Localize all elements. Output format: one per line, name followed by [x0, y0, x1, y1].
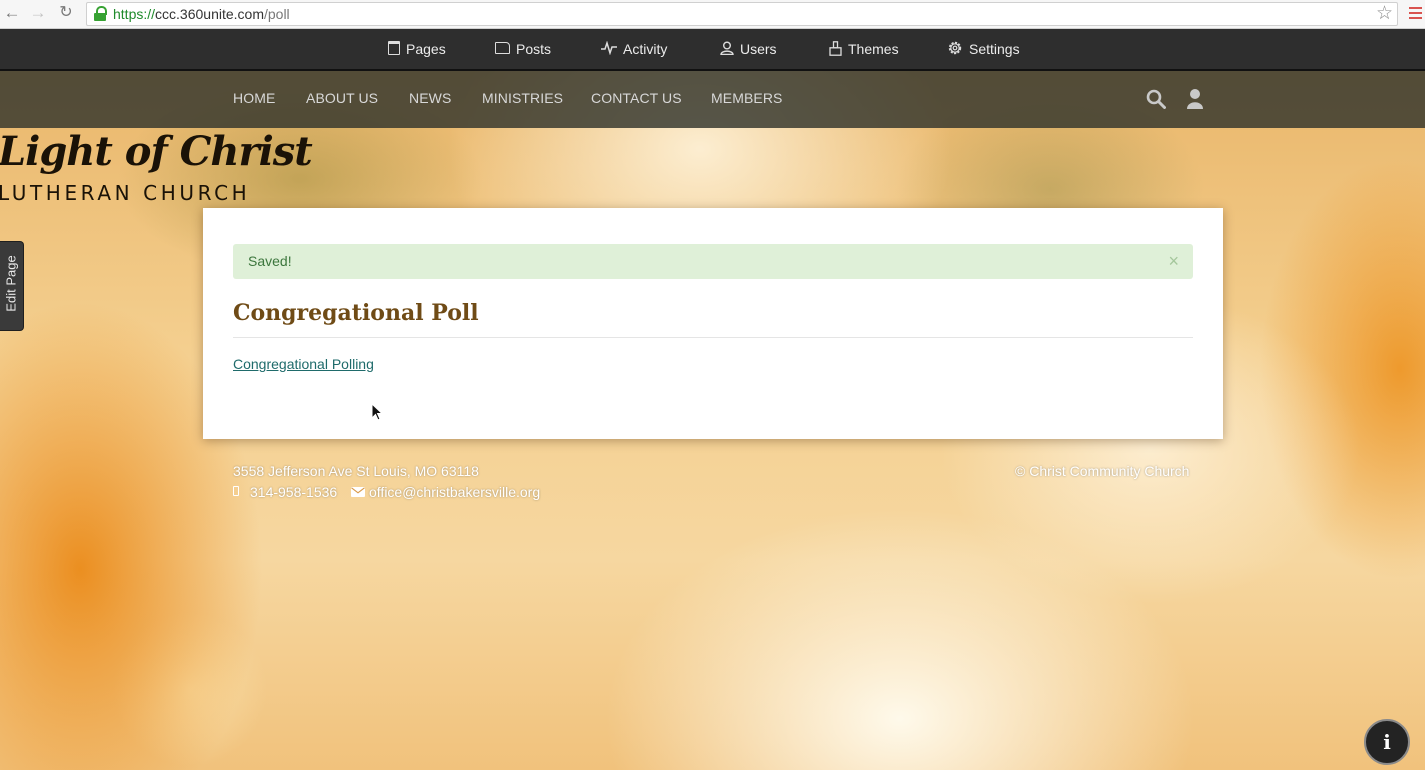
address-bar[interactable]: https://ccc.360unite.com/poll ☆	[86, 2, 1398, 26]
nav-home[interactable]: HOME	[233, 71, 275, 126]
envelope-icon	[351, 487, 365, 497]
brush-icon	[829, 40, 842, 56]
mobile-phone-icon	[233, 486, 239, 496]
logo-title: Light of Christ	[0, 128, 313, 175]
edit-page-tab[interactable]: Edit Page	[0, 241, 24, 331]
congregational-polling-link[interactable]: Congregational Polling	[233, 354, 374, 374]
admin-item-themes[interactable]: Themes	[829, 29, 899, 69]
admin-item-activity[interactable]: Activity	[601, 29, 667, 69]
church-logo[interactable]: Light of Christ LUTHERAN CHURCH	[0, 128, 313, 206]
admin-item-settings[interactable]: Settings	[947, 29, 1020, 69]
content-card: Saved! × Congregational Poll Congregatio…	[203, 208, 1223, 439]
admin-item-label: Themes	[848, 41, 899, 57]
success-alert: Saved! ×	[233, 244, 1193, 279]
url-text: https://ccc.360unite.com/poll	[113, 5, 290, 23]
admin-item-posts[interactable]: Posts	[495, 29, 551, 69]
footer-copyright: © Christ Community Church	[1015, 463, 1190, 479]
url-path: /poll	[263, 6, 290, 22]
star-icon[interactable]: ☆	[1376, 3, 1393, 25]
url-scheme: https://	[113, 6, 156, 22]
browser-toolbar: ← → ↻ https://ccc.360unite.com/poll ☆	[0, 0, 1425, 29]
logo-subtitle: LUTHERAN CHURCH	[0, 181, 251, 205]
pulse-icon	[601, 41, 617, 56]
user-icon[interactable]	[1185, 88, 1205, 110]
admin-item-label: Pages	[406, 41, 446, 57]
arrow-right-icon[interactable]: →	[28, 3, 48, 23]
user-icon	[720, 41, 734, 56]
admin-item-users[interactable]: Users	[720, 29, 777, 69]
close-icon[interactable]: ×	[1168, 244, 1179, 279]
admin-bar: Pages Posts Activity Users Themes Settin…	[0, 29, 1425, 71]
alert-message: Saved!	[248, 253, 292, 269]
nav-ministries[interactable]: MINISTRIES	[482, 71, 563, 126]
nav-members[interactable]: MEMBERS	[711, 71, 783, 126]
hamburger-menu-icon[interactable]	[1409, 7, 1422, 19]
page-icon	[388, 41, 400, 56]
lock-icon	[93, 6, 107, 21]
folder-icon	[495, 42, 510, 55]
nav-about-us[interactable]: ABOUT US	[306, 71, 378, 126]
admin-item-pages[interactable]: Pages	[388, 29, 446, 69]
footer-email[interactable]: office@christbakersville.org	[369, 482, 540, 502]
reload-icon[interactable]: ↻	[56, 3, 76, 23]
admin-item-label: Posts	[516, 41, 552, 57]
footer-phone[interactable]: 314-958-1536	[250, 482, 337, 502]
admin-item-label: Settings	[969, 41, 1020, 57]
footer-address: 3558 Jefferson Ave St Louis, MO 63118	[233, 463, 479, 479]
admin-item-label: Users	[740, 41, 777, 57]
arrow-left-icon[interactable]: ←	[2, 3, 22, 23]
info-icon: i	[1383, 730, 1391, 754]
search-icon[interactable]	[1146, 89, 1166, 109]
divider	[233, 337, 1193, 338]
admin-item-label: Activity	[623, 41, 668, 57]
gear-icon	[948, 42, 962, 55]
mouse-cursor-icon	[371, 403, 383, 421]
nav-news[interactable]: NEWS	[409, 71, 451, 126]
site-navigation: HOME ABOUT US NEWS MINISTRIES CONTACT US…	[0, 71, 1425, 128]
url-host: ccc.360unite.com	[155, 6, 264, 22]
edit-page-label: Edit Page	[3, 255, 19, 312]
page-title: Congregational Poll	[233, 300, 479, 326]
info-button[interactable]: i	[1364, 719, 1410, 765]
nav-contact-us[interactable]: CONTACT US	[591, 71, 682, 126]
